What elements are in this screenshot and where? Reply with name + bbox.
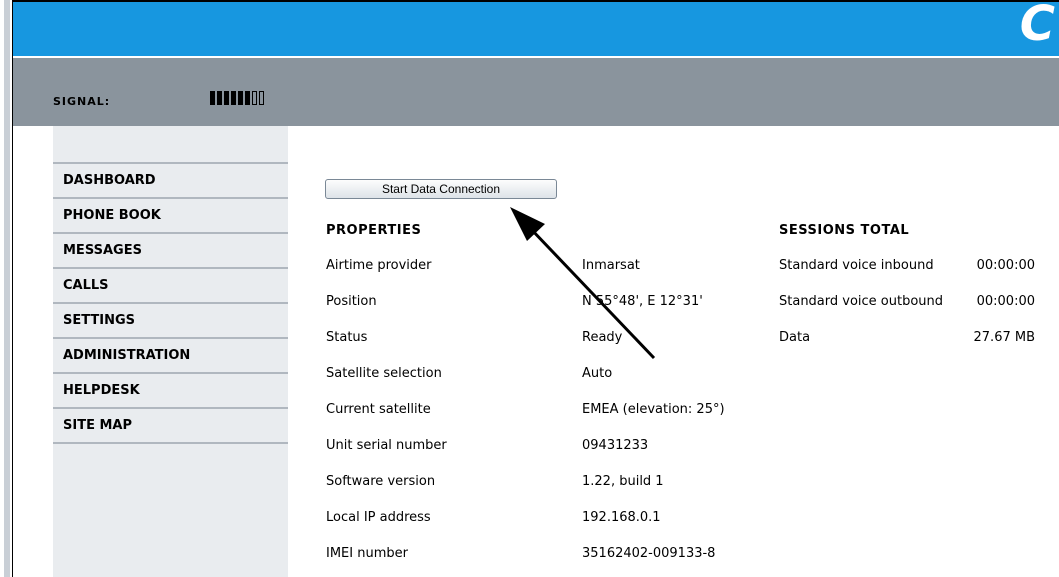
- annotation-arrow-icon: [510, 207, 656, 360]
